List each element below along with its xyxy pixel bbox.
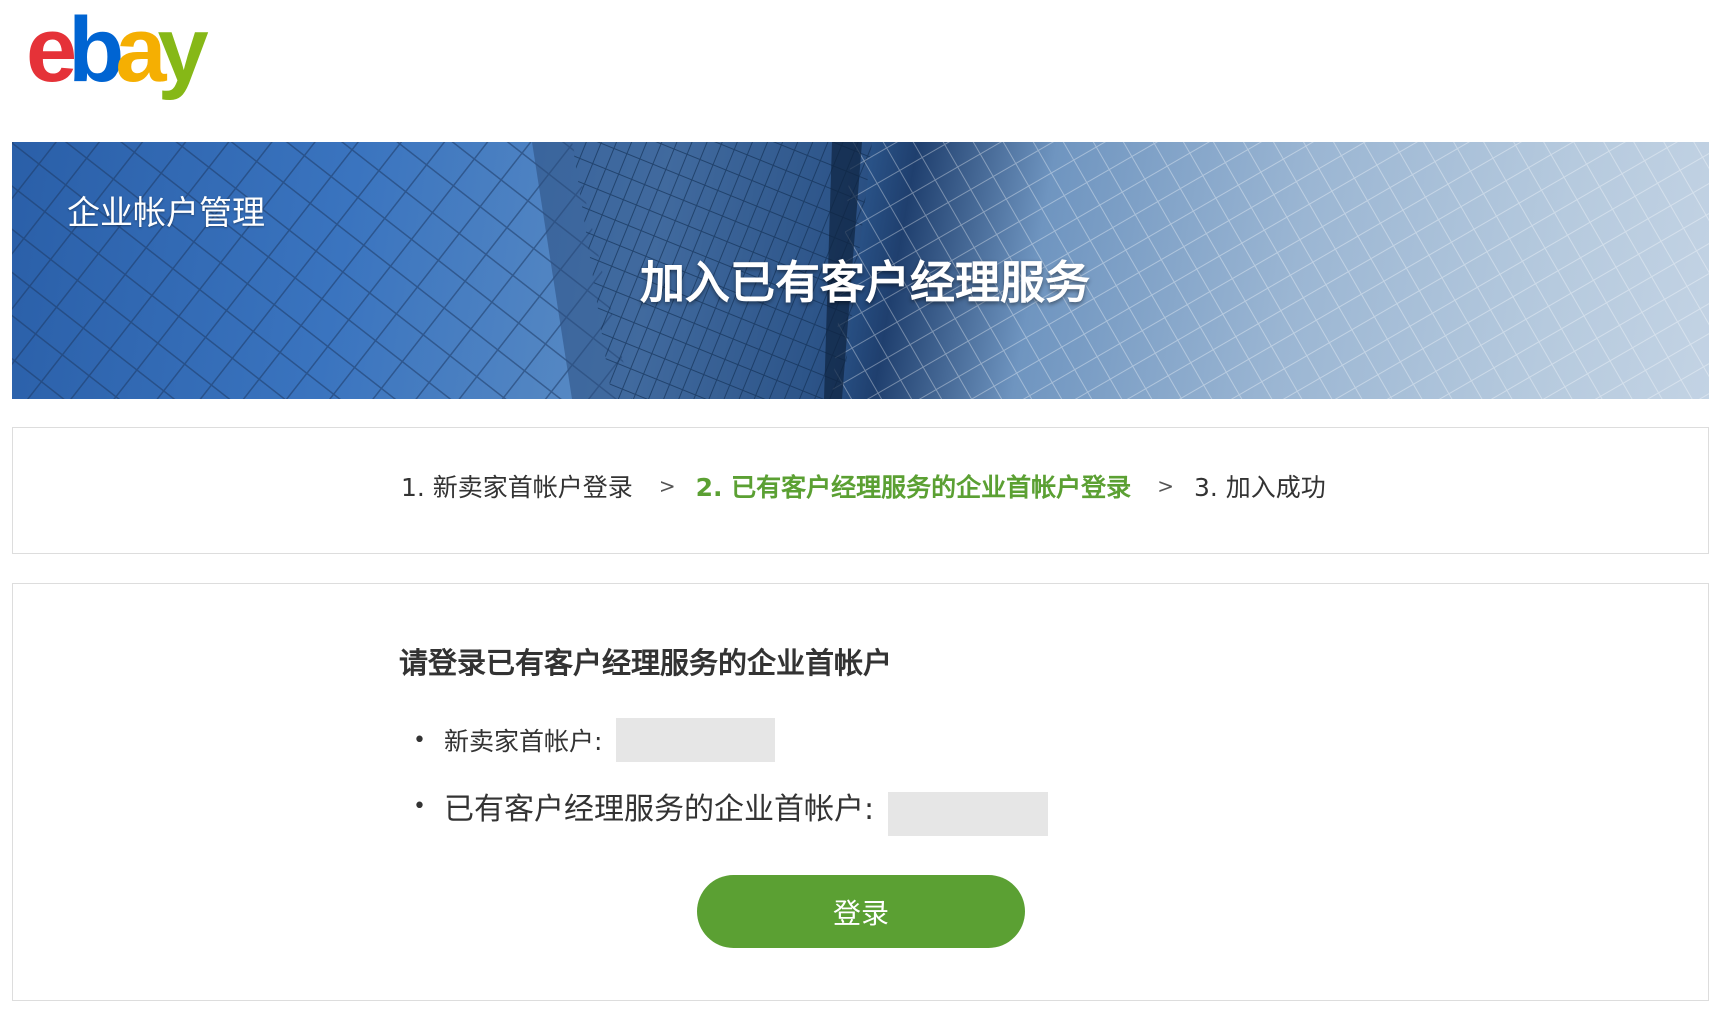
step-1: 1. 新卖家首帐户登录 <box>401 473 633 502</box>
step-2-active: 2. 已有客户经理服务的企业首帐户登录 <box>695 473 1132 502</box>
existing-account-row: • 已有客户经理服务的企业首帐户: <box>413 784 1049 836</box>
progress-steps-panel: 1. 新卖家首帐户登录 > 2. 已有客户经理服务的企业首帐户登录 > 3. 加… <box>12 427 1709 554</box>
step-separator-1: > <box>658 474 676 498</box>
banner-title: 加入已有客户经理服务 <box>640 256 1091 309</box>
ebay-logo[interactable]: ebay <box>26 0 209 101</box>
logo-letter-e: e <box>26 0 77 101</box>
bullet: • <box>413 727 426 753</box>
logo-letter-y: y <box>157 0 209 101</box>
hero-banner: 企业帐户管理 加入已有客户经理服务 <box>12 142 1709 399</box>
login-heading: 请登录已有客户经理服务的企业首帐户 <box>399 646 893 680</box>
new-seller-account-row: • 新卖家首帐户: <box>413 718 776 762</box>
existing-account-label: 已有客户经理服务的企业首帐户: <box>443 792 875 827</box>
bullet: • <box>413 793 426 819</box>
logo-letter-a: a <box>115 0 166 101</box>
login-button[interactable]: 登录 <box>697 875 1025 948</box>
existing-account-value-masked <box>888 792 1049 836</box>
step-separator-2: > <box>1157 474 1174 498</box>
new-seller-account-label: 新卖家首帐户: <box>443 727 603 756</box>
step-3: 3. 加入成功 <box>1193 473 1326 502</box>
banner-subtitle: 企业帐户管理 <box>67 193 265 232</box>
new-seller-account-value-masked <box>616 718 776 762</box>
login-panel: 请登录已有客户经理服务的企业首帐户 • 新卖家首帐户: • 已有客户经理服务的企… <box>12 583 1709 1001</box>
logo-letter-b: b <box>68 0 124 101</box>
progress-steps: 1. 新卖家首帐户登录 > 2. 已有客户经理服务的企业首帐户登录 > 3. 加… <box>401 466 1326 506</box>
